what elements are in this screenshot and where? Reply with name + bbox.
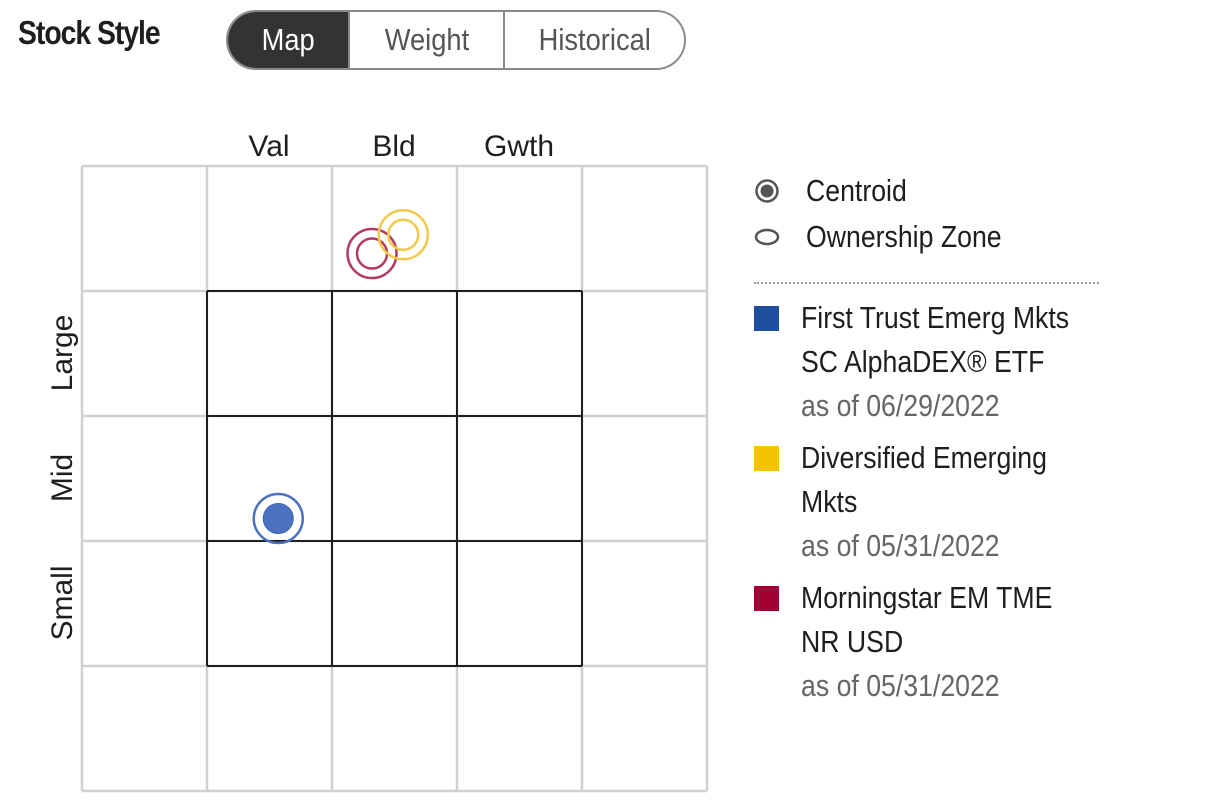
x-tick-val: Val [248, 130, 289, 163]
index-name-2: NR USD [801, 624, 904, 659]
legend-series-fund: First Trust Emerg Mkts SC AlphaDEX® ETF … [752, 296, 1112, 428]
legend-series-category: Diversified Emerging Mkts as of 05/31/20… [752, 436, 1112, 568]
legend-divider [754, 282, 1099, 284]
centroid-ring [387, 218, 420, 251]
ownership-zone-icon [752, 222, 782, 252]
x-tick-bld: Bld [372, 130, 415, 163]
legend: Centroid Ownership Zone First Trust Emer… [752, 168, 1112, 716]
y-tick-large: Large [46, 315, 79, 392]
legend-series-index: Morningstar EM TME NR USD as of 05/31/20… [752, 576, 1112, 708]
style-map-chart: Val Bld Gwth Large Mid Small [46, 130, 709, 793]
ownership-zone-label: Ownership Zone [806, 219, 1002, 254]
legend-centroid: Centroid [752, 168, 1112, 214]
category-name-1: Diversified Emerging [801, 440, 1047, 475]
centroid-icon [752, 176, 782, 206]
series-marker-0 [252, 492, 304, 545]
fund-name-1: First Trust Emerg Mkts [801, 300, 1070, 335]
index-swatch-icon [754, 586, 779, 611]
index-name-1: Morningstar EM TME [801, 580, 1053, 615]
style-box [206, 290, 583, 667]
centroid-ring [355, 237, 389, 270]
category-swatch-icon [754, 446, 779, 471]
data-points [252, 209, 429, 545]
category-date: as of 05/31/2022 [801, 528, 1000, 563]
category-name-2: Mkts [801, 484, 858, 519]
centroid-dot [262, 503, 294, 534]
x-tick-gwth: Gwth [484, 130, 554, 163]
fund-date: as of 06/29/2022 [801, 388, 1000, 423]
fund-name-2: SC AlphaDEX® ETF [801, 344, 1045, 379]
y-tick-small: Small [46, 565, 79, 640]
index-date: as of 05/31/2022 [801, 668, 1000, 703]
legend-ownership-zone: Ownership Zone [752, 214, 1112, 260]
centroid-label: Centroid [806, 173, 907, 208]
fund-swatch-icon [754, 306, 779, 331]
y-tick-mid: Mid [46, 454, 79, 502]
